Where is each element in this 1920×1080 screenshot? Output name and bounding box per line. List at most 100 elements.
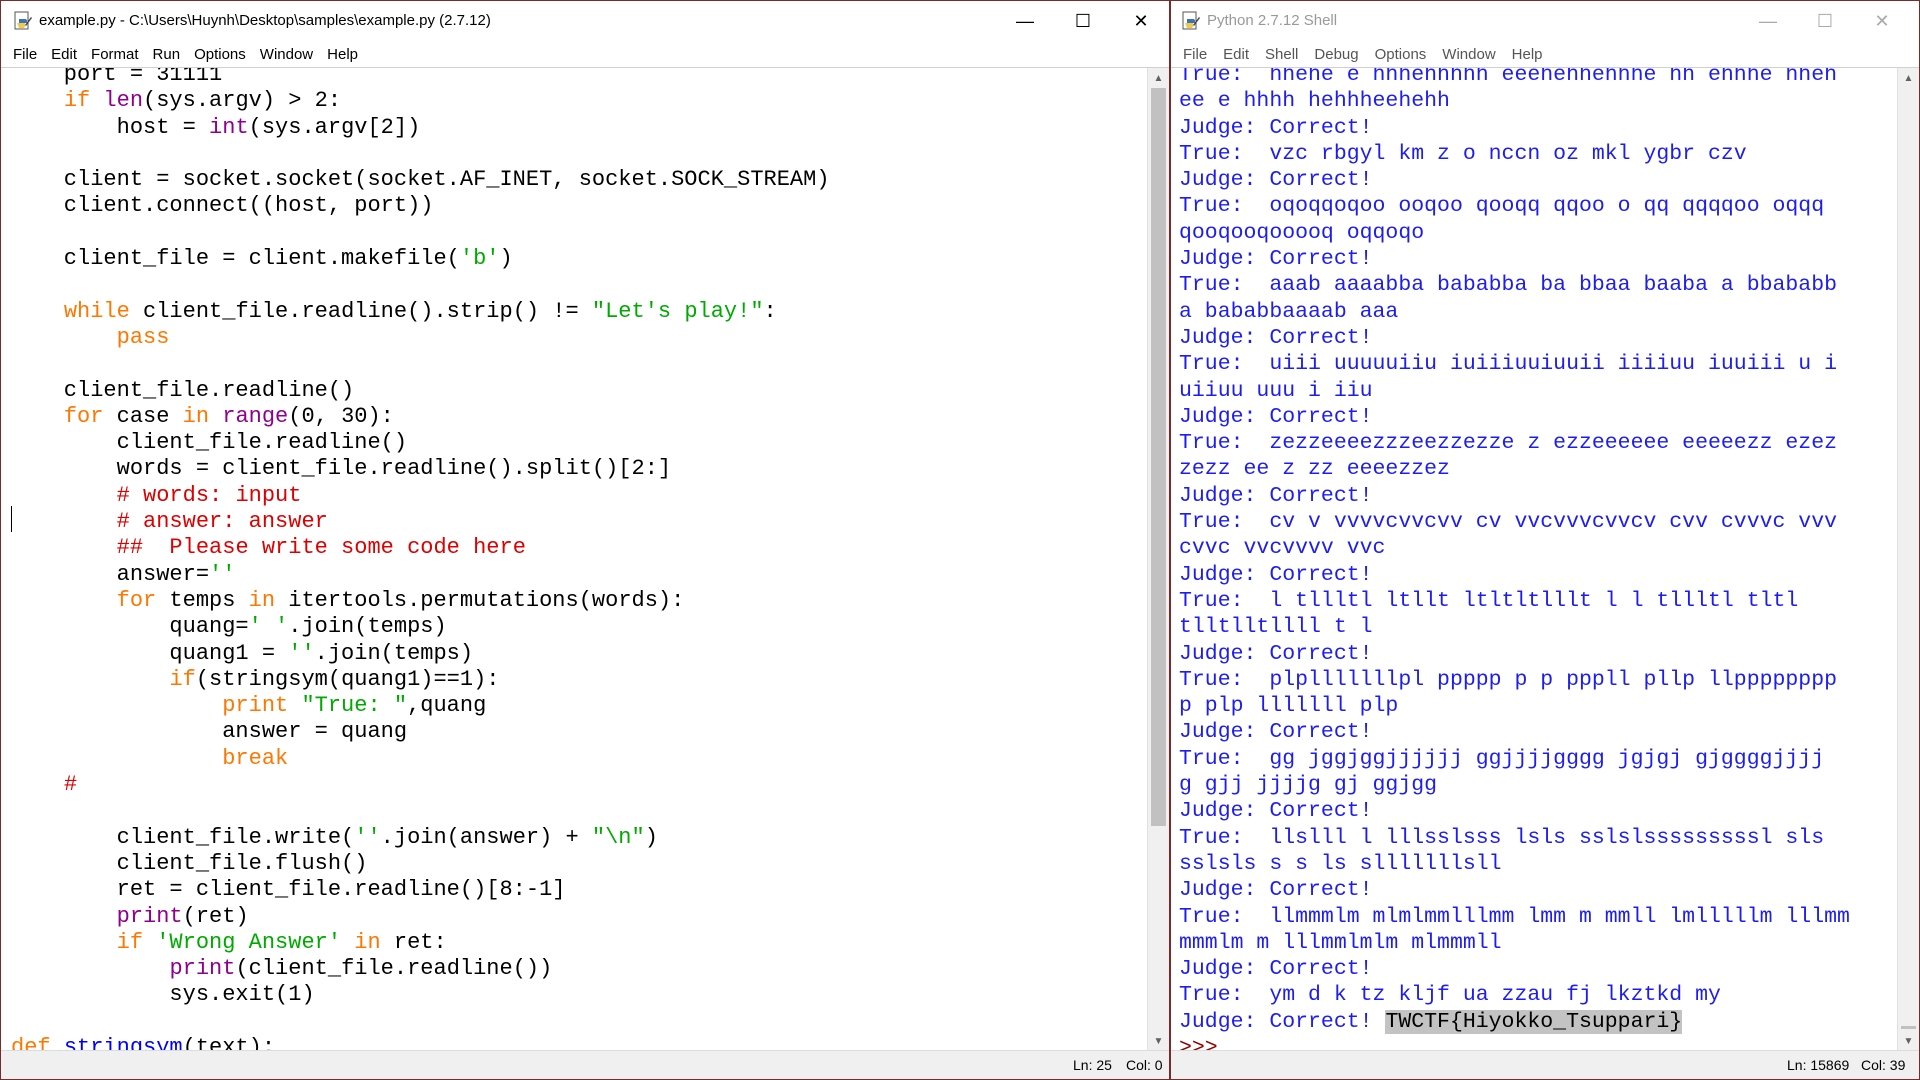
shell-menu-edit[interactable]: Edit — [1223, 44, 1249, 65]
menu-edit[interactable]: Edit — [51, 44, 77, 65]
code-token: client = socket.socket(socket.AF_INET, s… — [11, 167, 830, 193]
code-token: client_file.readline() — [11, 377, 355, 403]
code-token: .join(answer) + — [380, 824, 592, 850]
shell-output-line: Judge: Correct! — [1179, 115, 1373, 140]
shell-scroll-up-arrow-icon[interactable]: ▲ — [1898, 68, 1919, 88]
code-token: 'Wrong Answer' — [156, 929, 342, 955]
code-token: for — [63, 403, 104, 429]
shell-maximize-button[interactable]: ☐ — [1796, 1, 1854, 41]
menu-window[interactable]: Window — [260, 44, 313, 65]
code-line: sys.exit(1) — [11, 982, 830, 1008]
shell-menu-window[interactable]: Window — [1442, 44, 1495, 65]
shell-output-line: cvvc vvcvvvv vvc — [1179, 536, 1386, 561]
code-token: in — [354, 929, 381, 955]
shell-output-line: tlltlltllll t l — [1179, 615, 1373, 640]
code-line: quang1 = ''.join(temps) — [11, 641, 830, 667]
code-token: case — [103, 403, 183, 429]
code-token: int — [209, 114, 249, 140]
shell-menu-shell[interactable]: Shell — [1265, 44, 1298, 65]
menu-options[interactable]: Options — [194, 44, 246, 65]
code-token: .join(temps) — [288, 614, 447, 640]
code-token: print — [116, 903, 183, 929]
code-token: client_file.readline() — [11, 430, 408, 456]
code-token: "Let's play!" — [591, 298, 764, 324]
maximize-icon: ☐ — [1074, 10, 1092, 31]
shell-scroll-thumb[interactable] — [1901, 1026, 1916, 1029]
scroll-down-arrow-icon[interactable]: ▼ — [1148, 1031, 1169, 1051]
code-token: print — [222, 693, 289, 719]
shell-prompt[interactable]: >>> — [1179, 1035, 1850, 1051]
shell-output-line: Judge: Correct! — [1179, 878, 1373, 903]
shell-menu-options[interactable]: Options — [1375, 44, 1427, 65]
close-button[interactable]: ✕ — [1112, 1, 1169, 41]
code-token: '' — [354, 824, 381, 850]
text-cursor — [11, 506, 12, 532]
shell-output-line: True: plplllllllpl ppppp p p pppll pllp … — [1179, 667, 1838, 692]
code-token: client_file.readline().strip() != — [129, 298, 592, 324]
status-line: Ln: 25 — [1073, 1057, 1112, 1073]
code-token: client_file = client.makefile( — [11, 246, 460, 272]
shell-output-line: Judge: Correct! — [1179, 404, 1373, 429]
shell-menu-debug[interactable]: Debug — [1314, 44, 1358, 65]
shell-minimize-button[interactable]: — — [1739, 1, 1797, 41]
code-token: ,quang — [407, 693, 487, 719]
code-lines: port = 31111 if len(sys.argv) > 2: host … — [11, 68, 830, 1051]
shell-output-line: qooqooqooooq oqqoqo — [1179, 220, 1425, 245]
minimize-button[interactable]: — — [996, 1, 1054, 41]
flag-selection[interactable]: TWCTF{Hiyokko_Tsuppari} — [1385, 1009, 1683, 1034]
scroll-up-arrow-icon[interactable]: ▲ — [1148, 68, 1169, 88]
shell-output-line: True: aaab aaaabba bababba ba bbaa baaba… — [1179, 273, 1838, 298]
code-token: in — [248, 587, 276, 613]
shell-output-line: g gjj jjjjg gj ggjgg — [1179, 773, 1438, 798]
code-token: stringsym — [63, 1034, 183, 1051]
scroll-thumb[interactable] — [1151, 88, 1166, 826]
code-token: "\n" — [591, 824, 645, 850]
shell-output-line: Judge: Correct! TWCTF{Hiyokko_Tsuppari} — [1179, 1009, 1850, 1035]
menu-format[interactable]: Format — [91, 44, 139, 65]
code-line: client.connect((host, port)) — [11, 193, 830, 219]
shell-scroll-down-arrow-icon[interactable]: ▼ — [1898, 1031, 1919, 1051]
shell-window: Python 2.7.12 Shell — ☐ ✕ File Edit Shel… — [1170, 0, 1920, 1080]
shell-console[interactable]: True: hhehe e hhhehhhhh eeehehhehhhe hh … — [1171, 68, 1897, 1051]
editor-scrollbar[interactable]: ▲ ▼ — [1147, 68, 1169, 1051]
code-line: client_file.readline() — [11, 430, 830, 456]
shell-status-col: Col: 39 — [1861, 1057, 1906, 1073]
editor-titlebar[interactable]: example.py - C:\Users\Huynh\Desktop\samp… — [1, 1, 1169, 41]
shell-close-button[interactable]: ✕ — [1853, 1, 1911, 41]
code-token: if — [169, 666, 196, 692]
code-line: answer='' — [11, 562, 830, 588]
code-line: # words: input — [11, 483, 830, 509]
shell-output-line: True: hhehe e hhhehhhhh eeehehhehhhe hh … — [1179, 68, 1838, 87]
shell-scrollbar[interactable]: ▲ ▼ — [1897, 68, 1919, 1051]
code-line: for temps in itertools.permutations(word… — [11, 588, 830, 614]
maximize-button[interactable]: ☐ — [1054, 1, 1112, 41]
code-editor[interactable]: port = 31111 if len(sys.argv) > 2: host … — [1, 68, 1147, 1051]
code-token: "True: " — [301, 693, 408, 719]
code-line: print "True: ",quang — [11, 693, 830, 719]
shell-menu-file[interactable]: File — [1183, 44, 1207, 65]
shell-menu-help[interactable]: Help — [1512, 44, 1543, 65]
menu-run[interactable]: Run — [153, 44, 181, 65]
code-token: '' — [209, 561, 236, 587]
menu-file[interactable]: File — [13, 44, 37, 65]
shell-output-line: True: gg jggjggjjjjjj ggjjjjgggg jgjgj g… — [1179, 746, 1825, 771]
code-token: (sys.argv[2]) — [248, 114, 421, 140]
code-line: quang=' '.join(temps) — [11, 614, 830, 640]
code-token: (ret) — [182, 903, 249, 929]
shell-titlebar[interactable]: Python 2.7.12 Shell — ☐ ✕ — [1171, 1, 1919, 41]
code-line: client_file.readline() — [11, 378, 830, 404]
shell-output-line: sslsls s s ls slllllllsll — [1179, 851, 1502, 876]
menu-help[interactable]: Help — [327, 44, 358, 65]
shell-output-line: Judge: Correct! — [1179, 720, 1373, 745]
